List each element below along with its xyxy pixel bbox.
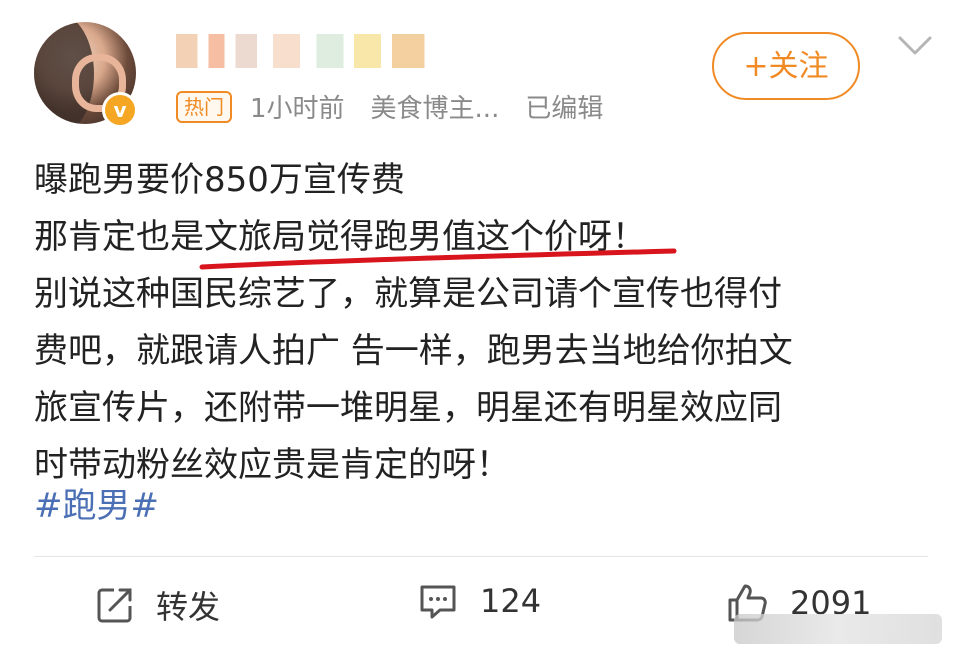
edited-label[interactable]: 已编辑: [525, 88, 603, 125]
post-line: 别说这种国民综艺了，就算是公司请个宣传也得付: [34, 274, 782, 314]
post-source[interactable]: 美食博主...: [371, 88, 500, 125]
post-line: 费吧，就跟请人拍广 告一样，跑男去当地给你拍文: [34, 331, 793, 371]
line-prefix: 那肯定也是: [34, 217, 204, 257]
share-icon: [97, 588, 132, 623]
repost-label: 转发: [156, 588, 221, 626]
username-blurred[interactable]: [176, 34, 446, 68]
underlined-phrase: 文旅局觉得跑男值这个价呀: [199, 209, 677, 270]
post-line: 时带动粉丝效应贵是肯定的呀！: [34, 445, 510, 485]
repost-button[interactable]: 转发: [96, 582, 220, 628]
underlined-text: 文旅局觉得跑男值这个价呀: [204, 217, 612, 257]
comment-count: 124: [480, 582, 542, 620]
post-time: 1小时前: [250, 94, 345, 124]
hashtag-link[interactable]: #跑男#: [34, 478, 159, 527]
post-line: 旅宣传片，还附带一堆明星，明星还有明星效应同: [34, 388, 782, 428]
verified-badge-icon: v: [102, 92, 138, 128]
line-suffix: ！: [612, 217, 646, 257]
post-meta: 热门 1小时前 美食博主... 已编辑: [176, 88, 629, 125]
divider: [34, 556, 928, 557]
chevron-down-icon[interactable]: [898, 36, 932, 56]
post-body: 曝跑男要价850万宣传费 那肯定也是文旅局觉得跑男值这个价呀！ 别说这种国民综艺…: [34, 152, 934, 494]
post-line-highlighted: 那肯定也是文旅局觉得跑男值这个价呀！: [34, 209, 934, 270]
comment-button[interactable]: 124: [418, 582, 541, 620]
watermark-blur: [734, 614, 942, 644]
comment-icon: [420, 585, 456, 619]
hot-badge: 热门: [176, 90, 232, 123]
post-line: 曝跑男要价850万宣传费: [34, 160, 405, 200]
follow-button[interactable]: +关注: [712, 32, 860, 100]
